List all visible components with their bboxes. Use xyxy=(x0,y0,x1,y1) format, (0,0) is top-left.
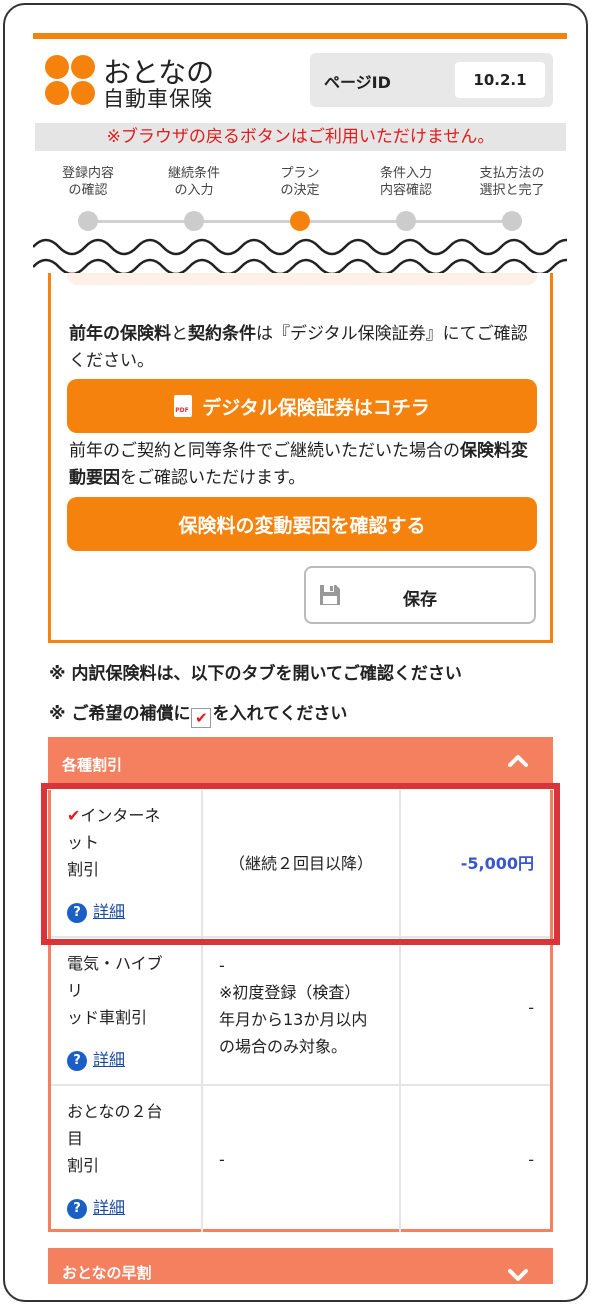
step-3: プラン の決定 xyxy=(280,166,320,198)
brand-top-bar xyxy=(33,33,567,39)
discounts-accordion-title: 各種割引 xyxy=(62,756,123,774)
phone-frame: おとなの 自動車保険 ページID 10.2.1 ※ブラウザの戻るボタンはご利用い… xyxy=(3,3,588,1302)
coverage-check-note: ※ ご希望の補償に ✔ を入れてください xyxy=(49,704,348,728)
question-icon: ? xyxy=(67,903,87,923)
check-premium-factors-label: 保険料の変動要因を確認する xyxy=(178,514,426,537)
discount-amount-cell: -5,000円 xyxy=(401,790,550,936)
chevron-up-icon xyxy=(508,755,528,767)
table-row-internet-discount: ✔インターネ ット 割引 ? 詳細 （継続２回目以降） -5,000円 xyxy=(51,790,550,938)
ev-hybrid-discount-detail-link[interactable]: ? 詳細 xyxy=(67,1046,125,1073)
table-row-ev-hybrid-discount: 電気・ハイブ リ ッド車割引 ? 詳細 - ※初度登録（検査） 年月から13か月以… xyxy=(51,938,550,1086)
step-5: 支払方法の 選択と完了 xyxy=(479,166,545,198)
logo-dots-icon xyxy=(45,55,97,107)
page-id-label: ページID xyxy=(324,73,391,92)
discounts-accordion-header[interactable]: 各種割引 xyxy=(48,737,553,789)
internet-discount-detail-link[interactable]: ? 詳細 xyxy=(67,898,125,925)
discount-name-cell: おとなの２台 目 割引 ? 詳細 xyxy=(51,1086,203,1232)
chevron-down-icon xyxy=(508,1269,528,1281)
previous-premium-text: 前年の保険料と契約条件は『デジタル保険証券』にてご確認ください。 xyxy=(69,324,528,371)
discount-condition-cell: - ※初度登録（検査） 年月から13か月以内 の場合のみ対象。 xyxy=(203,938,401,1084)
digital-policy-button[interactable]: デジタル保険証券はコチラ xyxy=(67,379,537,433)
back-button-notice: ※ブラウザの戻るボタンはご利用いただけません。 xyxy=(35,123,566,151)
discount-amount-cell: - xyxy=(528,1150,534,1169)
page-id-box: ページID 10.2.1 xyxy=(310,53,553,107)
digital-policy-button-label: デジタル保険証券はコチラ xyxy=(202,396,430,419)
internet-discount-amount: -5,000円 xyxy=(460,854,534,873)
step-4: 条件入力 内容確認 xyxy=(379,166,432,198)
premium-info-card: 前年の保険料と契約条件は『デジタル保険証券』にてご確認ください。 デジタル保険証… xyxy=(48,273,553,643)
checkmark-icon: ✔ xyxy=(67,806,81,825)
discount-condition-cell: （継続２回目以降） xyxy=(203,790,401,936)
early-discount-accordion-title: おとなの早割 xyxy=(62,1264,152,1282)
second-car-discount-detail-link[interactable]: ? 詳細 xyxy=(67,1194,125,1221)
breakdown-note: ※ 内訳保険料は、以下のタブを開いてご確認ください xyxy=(49,664,462,684)
step-2: 継続条件 の入力 xyxy=(167,166,220,198)
discounts-table: ✔インターネ ット 割引 ? 詳細 （継続２回目以降） -5,000円 電気・ハイ… xyxy=(48,790,553,1232)
question-icon: ? xyxy=(67,1051,87,1071)
discount-condition-cell: - xyxy=(203,1086,401,1232)
discount-name-cell: 電気・ハイブ リ ッド車割引 ? 詳細 xyxy=(51,938,203,1084)
discount-amount-cell: - xyxy=(528,998,534,1017)
check-premium-factors-button[interactable]: 保険料の変動要因を確認する xyxy=(67,497,537,551)
card-top-strip xyxy=(67,273,537,285)
brand-logo: おとなの 自動車保険 xyxy=(45,53,245,111)
premium-change-text: 前年のご契約と同等条件でご継続いただいた場合の保険料変動要因をご確認いただけます… xyxy=(69,441,528,488)
early-discount-accordion-header[interactable]: おとなの早割 xyxy=(48,1248,553,1284)
save-button[interactable]: 保存 xyxy=(304,566,536,624)
checkbox-example-icon: ✔ xyxy=(191,708,212,728)
logo-text-line2: 自動車保険 xyxy=(103,87,213,111)
discount-name-cell: ✔インターネ ット 割引 ? 詳細 xyxy=(51,790,203,936)
question-icon: ? xyxy=(67,1199,87,1219)
pdf-icon xyxy=(174,395,193,417)
step-1: 登録内容 の確認 xyxy=(61,166,114,198)
table-row-second-car-discount: おとなの２台 目 割引 ? 詳細 - - xyxy=(51,1086,550,1232)
save-button-label: 保存 xyxy=(403,590,437,610)
page-id-value: 10.2.1 xyxy=(455,62,545,98)
